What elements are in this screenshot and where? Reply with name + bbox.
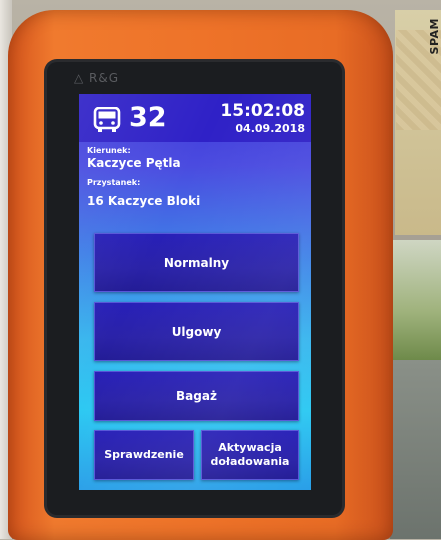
side-brand-text: SPAM bbox=[428, 18, 441, 55]
activate-topup-line2: doładowania bbox=[210, 455, 290, 468]
touch-screen: 32 15:02:08 04.09.2018 Kierunek: Kaczyce… bbox=[79, 94, 311, 490]
baggage-ticket-button[interactable]: Bagaż bbox=[94, 371, 299, 421]
activate-topup-button[interactable]: Aktywacja doładowania bbox=[201, 430, 299, 480]
stop-value: 16 Kaczyce Bloki bbox=[87, 194, 201, 208]
line-number: 32 bbox=[129, 102, 167, 133]
background-panel bbox=[390, 360, 441, 539]
check-button[interactable]: Sprawdzenie bbox=[94, 430, 194, 480]
device-logo: △ R&G bbox=[74, 71, 120, 85]
current-time: 15:02:08 bbox=[220, 101, 305, 121]
direction-value: Kaczyce Pętla bbox=[87, 156, 181, 170]
reduced-ticket-button[interactable]: Ulgowy bbox=[94, 302, 299, 361]
screen-header: 32 15:02:08 04.09.2018 bbox=[79, 94, 311, 142]
direction-label: Kierunek: bbox=[87, 146, 131, 155]
current-date: 04.09.2018 bbox=[235, 122, 305, 135]
normal-ticket-button[interactable]: Normalny bbox=[94, 233, 299, 292]
activate-topup-line1: Aktywacja bbox=[218, 441, 282, 454]
stop-label: Przystanek: bbox=[87, 178, 141, 187]
bus-icon bbox=[93, 107, 121, 132]
background-outdoor bbox=[392, 240, 441, 360]
